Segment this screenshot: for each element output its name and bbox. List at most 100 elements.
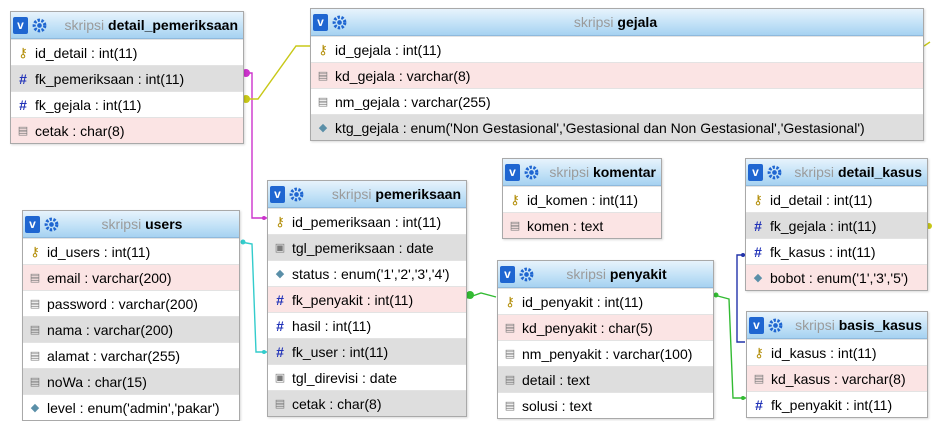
column-row[interactable]: ⚷ id_penyakit : int(11)	[498, 288, 713, 314]
key-icon: ⚷	[754, 344, 764, 360]
key-icon: ⚷	[753, 191, 763, 207]
column-row[interactable]: ▤ kd_kasus : varchar(8)	[747, 365, 927, 391]
column-row[interactable]: ◆ ktg_gejala : enum('Non Gestasional','Ge…	[311, 114, 923, 140]
relation-line-basis-kasus-penyakit	[713, 294, 746, 399]
toggle-columns-button[interactable]: v	[748, 163, 763, 181]
column-label: fk_gejala : int(11)	[770, 217, 877, 234]
column-label: nm_penyakit : varchar(100)	[522, 345, 693, 362]
column-row[interactable]: ▣ tgl_pemeriksaan : date	[268, 234, 466, 260]
toggle-columns-button[interactable]: v	[313, 13, 328, 31]
relation-line-detail-kasus-gejala	[923, 41, 931, 47]
column-label: cetak : char(8)	[292, 395, 382, 412]
toggle-columns-button[interactable]: v	[505, 163, 520, 181]
index-icon: ▤	[504, 322, 516, 334]
toggle-columns-button[interactable]: v	[25, 215, 40, 233]
table-title: skripsi detail_pemeriksaan	[64, 17, 238, 33]
table-header[interactable]: v skripsi komentar	[503, 159, 661, 186]
column-label: nm_gejala : varchar(255)	[335, 93, 491, 110]
table-header[interactable]: v skripsi detail_pemeriksaan	[11, 12, 243, 39]
column-row[interactable]: ▤ email : varchar(200)	[23, 264, 239, 290]
column-row[interactable]: ▣ tgl_direvisi : date	[268, 364, 466, 390]
table-header[interactable]: v skripsi penyakit	[498, 261, 713, 288]
table-header[interactable]: v skripsi pemeriksaan	[268, 181, 466, 208]
table-komentar[interactable]: v skripsi komentar ⚷ id_komen : int(11) ▤…	[502, 158, 662, 239]
column-label: fk_kasus : int(11)	[770, 243, 876, 260]
column-row[interactable]: ◆ status : enum('1','2','3','4')	[268, 260, 466, 286]
column-label: id_detail : int(11)	[770, 191, 873, 208]
table-pemeriksaan[interactable]: v skripsi pemeriksaan ⚷ id_pemeriksaan : …	[267, 180, 467, 417]
column-row[interactable]: ⚷ id_users : int(11)	[23, 238, 239, 264]
hash-icon: #	[276, 291, 284, 308]
diamond-icon: ◆	[318, 122, 328, 134]
column-row[interactable]: # fk_kasus : int(11)	[746, 238, 927, 264]
column-label: id_users : int(11)	[47, 243, 151, 260]
table-title: skripsi komentar	[549, 164, 656, 180]
key-icon: ⚷	[275, 213, 285, 229]
table-gejala[interactable]: v skripsi gejala ⚷ id_gejala : int(11) ▤ k…	[310, 8, 924, 141]
calendar-icon: ▣	[274, 372, 286, 384]
column-row[interactable]: ▤ komen : text	[503, 212, 661, 238]
column-label: tgl_pemeriksaan : date	[292, 239, 434, 256]
column-label: password : varchar(200)	[47, 295, 198, 312]
column-row[interactable]: ⚷ id_detail : int(11)	[11, 39, 243, 65]
table-header[interactable]: v skripsi users	[23, 211, 239, 238]
gear-icon[interactable]	[767, 317, 784, 334]
toggle-columns-button[interactable]: v	[500, 265, 515, 283]
column-row[interactable]: # fk_penyakit : int(11)	[268, 286, 466, 312]
gear-icon[interactable]	[518, 266, 535, 283]
column-row[interactable]: ▤ kd_penyakit : char(5)	[498, 314, 713, 340]
table-header[interactable]: v skripsi basis_kasus	[747, 312, 927, 339]
toggle-columns-button[interactable]: v	[13, 16, 28, 34]
column-row[interactable]: # fk_pemeriksaan : int(11)	[11, 65, 243, 91]
column-row[interactable]: ▤ cetak : char(8)	[268, 390, 466, 416]
column-row[interactable]: ▤ nama : varchar(200)	[23, 316, 239, 342]
table-basis-kasus[interactable]: v skripsi basis_kasus ⚷ id_kasus : int(11…	[746, 311, 928, 418]
column-label: id_komen : int(11)	[527, 191, 639, 208]
column-row[interactable]: ⚷ id_komen : int(11)	[503, 186, 661, 212]
column-row[interactable]: # fk_penyakit : int(11)	[747, 391, 927, 417]
column-row[interactable]: ▤ kd_gejala : varchar(8)	[311, 62, 923, 88]
table-detail-pemeriksaan[interactable]: v skripsi detail_pemeriksaan ⚷ id_detail …	[10, 11, 244, 144]
gear-icon[interactable]	[523, 164, 540, 181]
hash-icon: #	[276, 343, 284, 360]
column-row[interactable]: ▤ detail : text	[498, 366, 713, 392]
gear-icon[interactable]	[288, 186, 305, 203]
column-row[interactable]: ▤ noWa : char(15)	[23, 368, 239, 394]
column-row[interactable]: ⚷ id_kasus : int(11)	[747, 339, 927, 365]
gear-icon[interactable]	[31, 17, 48, 34]
column-label: detail : text	[522, 371, 590, 388]
column-row[interactable]: ▤ alamat : varchar(255)	[23, 342, 239, 368]
column-row[interactable]: # fk_gejala : int(11)	[746, 212, 927, 238]
relation-endpoint	[262, 350, 266, 354]
table-users[interactable]: v skripsi users ⚷ id_users : int(11) ▤ ema…	[22, 210, 240, 421]
table-header[interactable]: v skripsi gejala	[311, 9, 923, 36]
column-row[interactable]: ⚷ id_pemeriksaan : int(11)	[268, 208, 466, 234]
gear-icon[interactable]	[331, 14, 348, 31]
column-row[interactable]: ▤ solusi : text	[498, 392, 713, 418]
column-row[interactable]: # fk_user : int(11)	[268, 338, 466, 364]
column-row[interactable]: ◆ bobot : enum('1','3','5')	[746, 264, 927, 290]
gear-icon[interactable]	[766, 164, 783, 181]
relation-line-gejala	[243, 45, 310, 100]
table-penyakit[interactable]: v skripsi penyakit ⚷ id_penyakit : int(11…	[497, 260, 714, 419]
gear-icon[interactable]	[43, 216, 60, 233]
column-row[interactable]: # fk_gejala : int(11)	[11, 91, 243, 117]
hash-icon: #	[754, 217, 762, 234]
column-label: bobot : enum('1','3','5')	[770, 269, 909, 286]
table-detail-kasus[interactable]: v skripsi detail_kasus ⚷ id_detail : int(…	[745, 158, 928, 291]
column-row[interactable]: # hasil : int(11)	[268, 312, 466, 338]
relation-line-users	[240, 241, 267, 353]
column-row[interactable]: ▤ nm_penyakit : varchar(100)	[498, 340, 713, 366]
column-label: ktg_gejala : enum('Non Gestasional','Ges…	[335, 119, 865, 136]
column-label: status : enum('1','2','3','4')	[292, 265, 450, 282]
column-row[interactable]: ▤ cetak : char(8)	[11, 117, 243, 143]
toggle-columns-button[interactable]: v	[270, 185, 285, 203]
index-icon: ▤	[504, 400, 516, 412]
column-row[interactable]: ▤ nm_gejala : varchar(255)	[311, 88, 923, 114]
column-row[interactable]: ▤ password : varchar(200)	[23, 290, 239, 316]
table-header[interactable]: v skripsi detail_kasus	[746, 159, 927, 186]
column-row[interactable]: ◆ level : enum('admin','pakar')	[23, 394, 239, 420]
column-row[interactable]: ⚷ id_detail : int(11)	[746, 186, 927, 212]
toggle-columns-button[interactable]: v	[749, 316, 764, 334]
column-row[interactable]: ⚷ id_gejala : int(11)	[311, 36, 923, 62]
